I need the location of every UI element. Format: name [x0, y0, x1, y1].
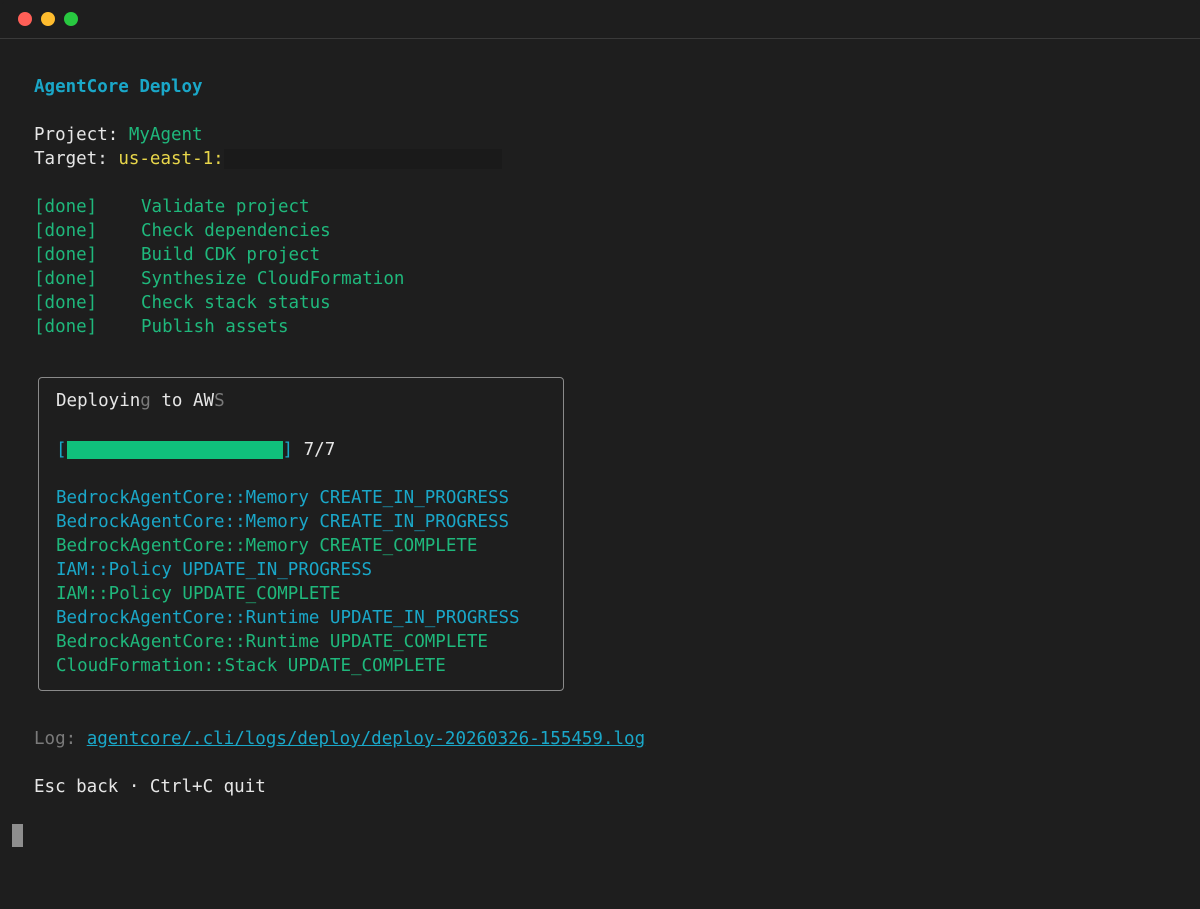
project-value: MyAgent	[128, 125, 203, 145]
minimize-window-button[interactable]	[41, 12, 55, 26]
step-label: Build CDK project	[141, 245, 321, 265]
stack-event: BedrockAgentCore::Runtime UPDATE_IN_PROG…	[56, 608, 520, 628]
deploy-step: [done] Synthesize CloudFormation	[34, 267, 404, 291]
panel-title: Deploying to AWS	[56, 389, 225, 413]
terminal-cursor	[12, 824, 23, 847]
panel-title-part-a: Deployin	[56, 391, 141, 411]
step-status: [done]	[34, 269, 98, 289]
deploy-panel: Deploying to AWS [] 7/7 BedrockAgentCore…	[38, 377, 564, 691]
progress-row: [] 7/7	[56, 438, 335, 462]
step-label: Check dependencies	[141, 221, 331, 241]
panel-title-part-c: to AW	[150, 391, 215, 411]
zoom-window-button[interactable]	[64, 12, 78, 26]
panel-title-part-d: S	[214, 391, 225, 411]
project-label: Project:	[34, 125, 119, 145]
log-label: Log:	[34, 729, 77, 749]
step-status: [done]	[34, 197, 98, 217]
stack-event: BedrockAgentCore::Memory CREATE_IN_PROGR…	[56, 512, 510, 532]
progress-bar	[66, 441, 283, 459]
step-status: [done]	[34, 221, 98, 241]
app-title: AgentCore Deploy	[34, 77, 203, 97]
step-label: Publish assets	[141, 317, 289, 337]
keyboard-hints: Esc back · Ctrl+C quit	[34, 777, 266, 797]
title-bar	[0, 0, 1200, 39]
step-status: [done]	[34, 293, 98, 313]
terminal-window: AgentCore Deploy Project: MyAgent Target…	[0, 0, 1200, 909]
deploy-step: [done] Publish assets	[34, 315, 289, 339]
target-value: us-east-1:	[118, 149, 224, 169]
step-status: [done]	[34, 317, 98, 337]
step-label: Validate project	[141, 197, 310, 217]
stack-event: BedrockAgentCore::Runtime UPDATE_COMPLET…	[56, 632, 488, 652]
redacted-account-id	[223, 149, 502, 169]
stack-event: IAM::Policy UPDATE_COMPLETE	[56, 584, 341, 604]
progress-open-bracket: [	[56, 440, 67, 460]
log-line: Log: agentcore/.cli/logs/deploy/deploy-2…	[34, 727, 645, 751]
stack-event: IAM::Policy UPDATE_IN_PROGRESS	[56, 560, 373, 580]
deploy-step: [done] Build CDK project	[34, 243, 320, 267]
close-window-button[interactable]	[18, 12, 32, 26]
panel-title-part-b: g	[140, 391, 151, 411]
deploy-step: [done] Check dependencies	[34, 219, 331, 243]
log-file-link[interactable]: agentcore/.cli/logs/deploy/deploy-202603…	[87, 729, 645, 749]
project-line: Project: MyAgent	[34, 123, 203, 147]
stack-event: BedrockAgentCore::Memory CREATE_IN_PROGR…	[56, 488, 510, 508]
step-label: Check stack status	[141, 293, 331, 313]
step-label: Synthesize CloudFormation	[141, 269, 405, 289]
stack-event: CloudFormation::Stack UPDATE_COMPLETE	[56, 656, 446, 676]
target-line: Target: us-east-1:	[34, 147, 502, 171]
progress-bar-fill	[66, 441, 283, 459]
progress-count: 7/7	[303, 440, 336, 460]
stack-event: BedrockAgentCore::Memory CREATE_COMPLETE	[56, 536, 478, 556]
progress-close-bracket: ]	[282, 440, 294, 460]
step-status: [done]	[34, 245, 98, 265]
deploy-step: [done] Check stack status	[34, 291, 331, 315]
target-label: Target:	[34, 149, 108, 169]
deploy-step: [done] Validate project	[34, 195, 310, 219]
